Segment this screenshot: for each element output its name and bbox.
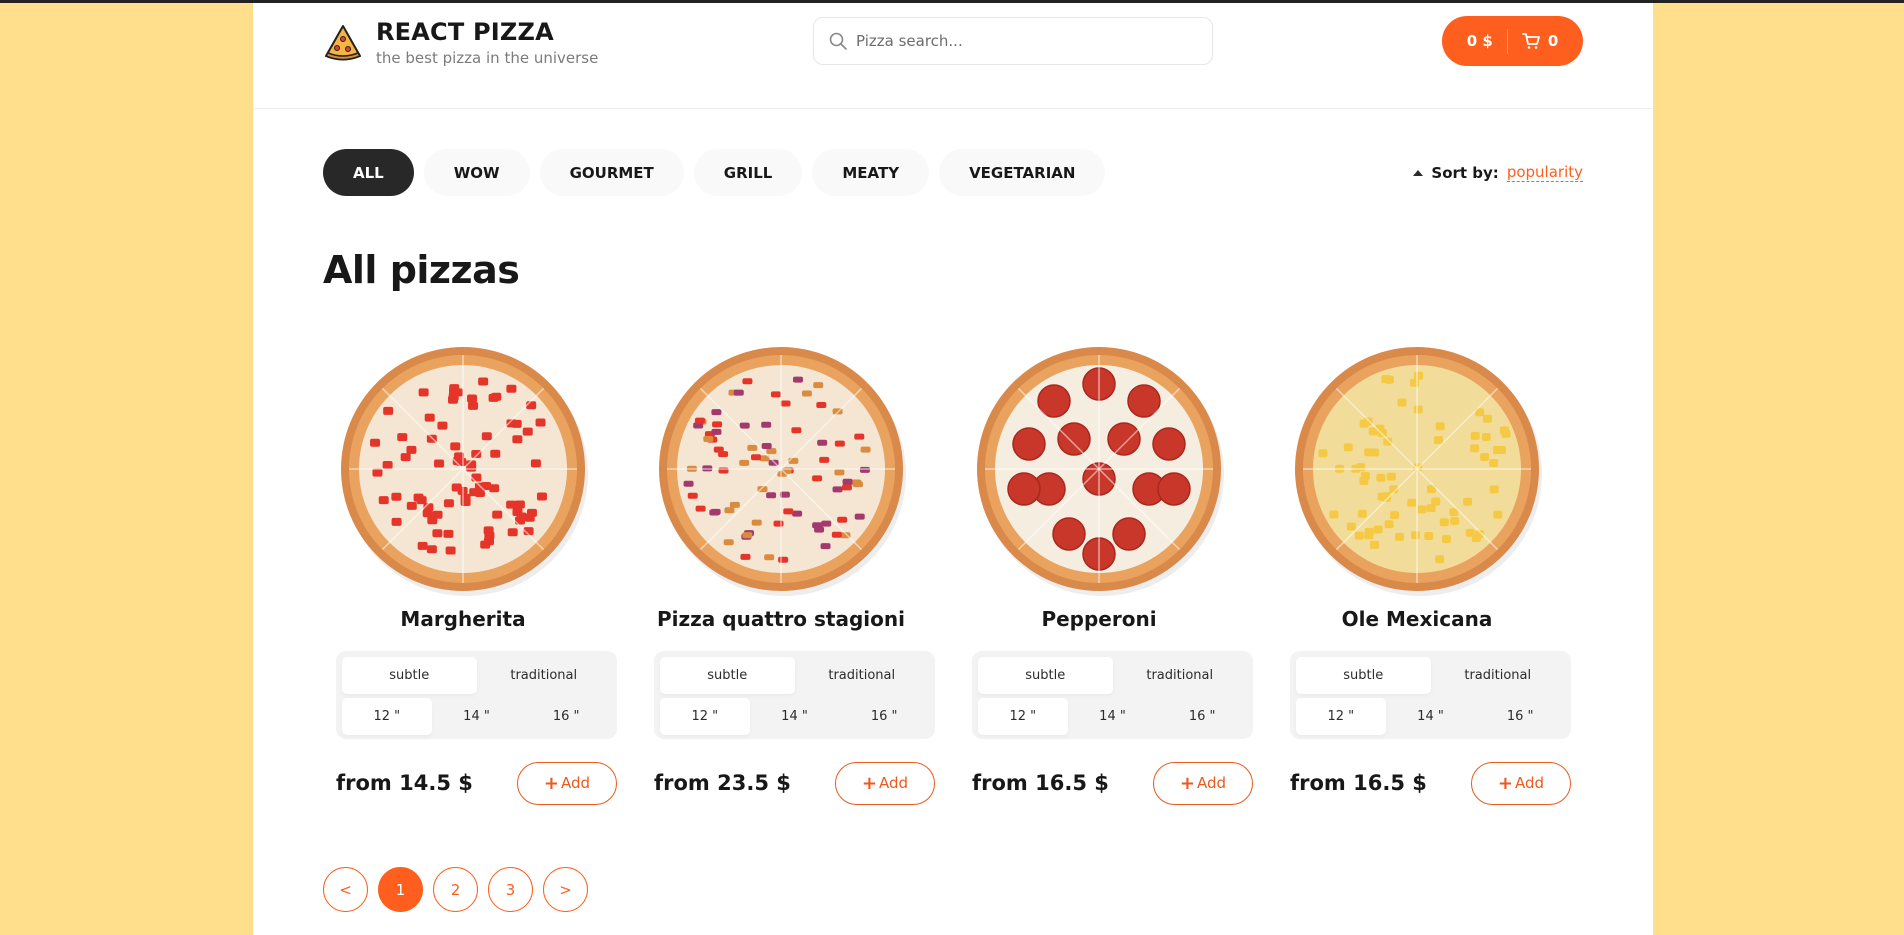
type-option-subtle[interactable]: subtle <box>342 657 477 694</box>
type-option-traditional[interactable]: traditional <box>1113 657 1248 694</box>
search-input[interactable] <box>856 32 1196 50</box>
pizza-logo-icon <box>324 25 362 61</box>
pizza-selector: subtle traditional 12 " 14 " 16 " <box>1290 651 1571 739</box>
add-button[interactable]: + Add <box>517 761 617 805</box>
add-label: Add <box>1515 774 1545 792</box>
category-meaty[interactable]: MEATY <box>812 149 930 196</box>
category-vegetarian[interactable]: VEGETARIAN <box>939 149 1106 196</box>
pizza-grid: Margherita subtle traditional 12 " 14 " … <box>323 339 1595 809</box>
pagination-prev[interactable]: < <box>323 867 368 912</box>
pizza-name: Pizza quattro stagioni <box>657 607 905 631</box>
type-option-traditional[interactable]: traditional <box>795 657 930 694</box>
pizza-name: Ole Mexicana <box>1341 607 1493 631</box>
logo-subtitle: the best pizza in the universe <box>376 49 599 67</box>
pizza-image[interactable] <box>969 339 1229 599</box>
size-option-12[interactable]: 12 " <box>342 698 432 735</box>
categories: ALL WOW GOURMET GRILL MEATY VEGETARIAN <box>323 149 1115 196</box>
type-option-subtle[interactable]: subtle <box>660 657 795 694</box>
page-wrapper: REACT PIZZA the best pizza in the univer… <box>253 3 1653 935</box>
add-button[interactable]: + Add <box>1471 761 1571 805</box>
cart-divider <box>1506 28 1508 54</box>
search-box <box>813 17 1213 65</box>
size-option-16[interactable]: 16 " <box>1475 698 1565 735</box>
type-option-subtle[interactable]: subtle <box>978 657 1113 694</box>
search-icon <box>829 32 847 50</box>
type-option-traditional[interactable]: traditional <box>1431 657 1566 694</box>
header: REACT PIZZA the best pizza in the univer… <box>253 3 1653 109</box>
plus-icon: + <box>861 772 878 794</box>
add-button[interactable]: + Add <box>835 761 935 805</box>
size-option-14[interactable]: 14 " <box>1068 698 1158 735</box>
size-option-16[interactable]: 16 " <box>1157 698 1247 735</box>
pizza-card: Pizza quattro stagioni subtle traditiona… <box>641 339 935 809</box>
add-button[interactable]: + Add <box>1153 761 1253 805</box>
page-title: All pizzas <box>323 248 520 292</box>
pizza-image[interactable] <box>333 339 593 599</box>
size-option-12[interactable]: 12 " <box>660 698 750 735</box>
pizza-selector: subtle traditional 12 " 14 " 16 " <box>654 651 935 739</box>
logo-title: REACT PIZZA <box>376 18 554 46</box>
pizza-selector: subtle traditional 12 " 14 " 16 " <box>972 651 1253 739</box>
size-option-14[interactable]: 14 " <box>750 698 840 735</box>
category-gourmet[interactable]: GOURMET <box>539 149 684 196</box>
sort-arrow-icon <box>1413 169 1424 176</box>
size-option-12[interactable]: 12 " <box>978 698 1068 735</box>
pizza-image[interactable] <box>651 339 911 599</box>
pizza-card: Margherita subtle traditional 12 " 14 " … <box>323 339 617 809</box>
pizza-price: from 14.5 $ <box>336 771 473 795</box>
pizza-card: Ole Mexicana subtle traditional 12 " 14 … <box>1277 339 1571 809</box>
sort-value[interactable]: popularity <box>1506 163 1583 182</box>
pizza-name: Margherita <box>400 607 526 631</box>
plus-icon: + <box>543 772 560 794</box>
plus-icon: + <box>1497 772 1514 794</box>
pizza-price: from 23.5 $ <box>654 771 791 795</box>
pagination-next[interactable]: > <box>543 867 588 912</box>
pizza-price: from 16.5 $ <box>1290 771 1427 795</box>
add-label: Add <box>561 774 591 792</box>
sort: Sort by: popularity <box>1413 163 1583 182</box>
type-option-traditional[interactable]: traditional <box>477 657 612 694</box>
size-option-14[interactable]: 14 " <box>432 698 522 735</box>
category-wow[interactable]: WOW <box>423 149 530 196</box>
pagination: < 1 2 3 > <box>323 867 598 912</box>
pizza-price: from 16.5 $ <box>972 771 1109 795</box>
pagination-page-2[interactable]: 2 <box>433 867 478 912</box>
category-all[interactable]: ALL <box>323 149 414 196</box>
pizza-selector: subtle traditional 12 " 14 " 16 " <box>336 651 617 739</box>
type-option-subtle[interactable]: subtle <box>1296 657 1431 694</box>
cart-total: 0 $ <box>1466 32 1493 50</box>
logo[interactable]: REACT PIZZA the best pizza in the univer… <box>323 18 598 68</box>
pizza-name: Pepperoni <box>1041 607 1157 631</box>
pagination-page-3[interactable]: 3 <box>488 867 533 912</box>
plus-icon: + <box>1179 772 1196 794</box>
size-option-12[interactable]: 12 " <box>1296 698 1386 735</box>
category-grill[interactable]: GRILL <box>693 149 803 196</box>
cart-count: 0 <box>1547 32 1559 50</box>
pagination-page-1[interactable]: 1 <box>378 867 423 912</box>
add-label: Add <box>1197 774 1227 792</box>
pizza-card: Pepperoni subtle traditional 12 " 14 " 1… <box>959 339 1253 809</box>
size-option-16[interactable]: 16 " <box>839 698 929 735</box>
size-option-16[interactable]: 16 " <box>521 698 611 735</box>
sort-label: Sort by: <box>1431 163 1499 182</box>
size-option-14[interactable]: 14 " <box>1386 698 1476 735</box>
cart-icon <box>1521 33 1540 49</box>
pizza-image[interactable] <box>1287 339 1547 599</box>
add-label: Add <box>879 774 909 792</box>
cart-button[interactable]: 0 $ 0 <box>1442 16 1583 66</box>
